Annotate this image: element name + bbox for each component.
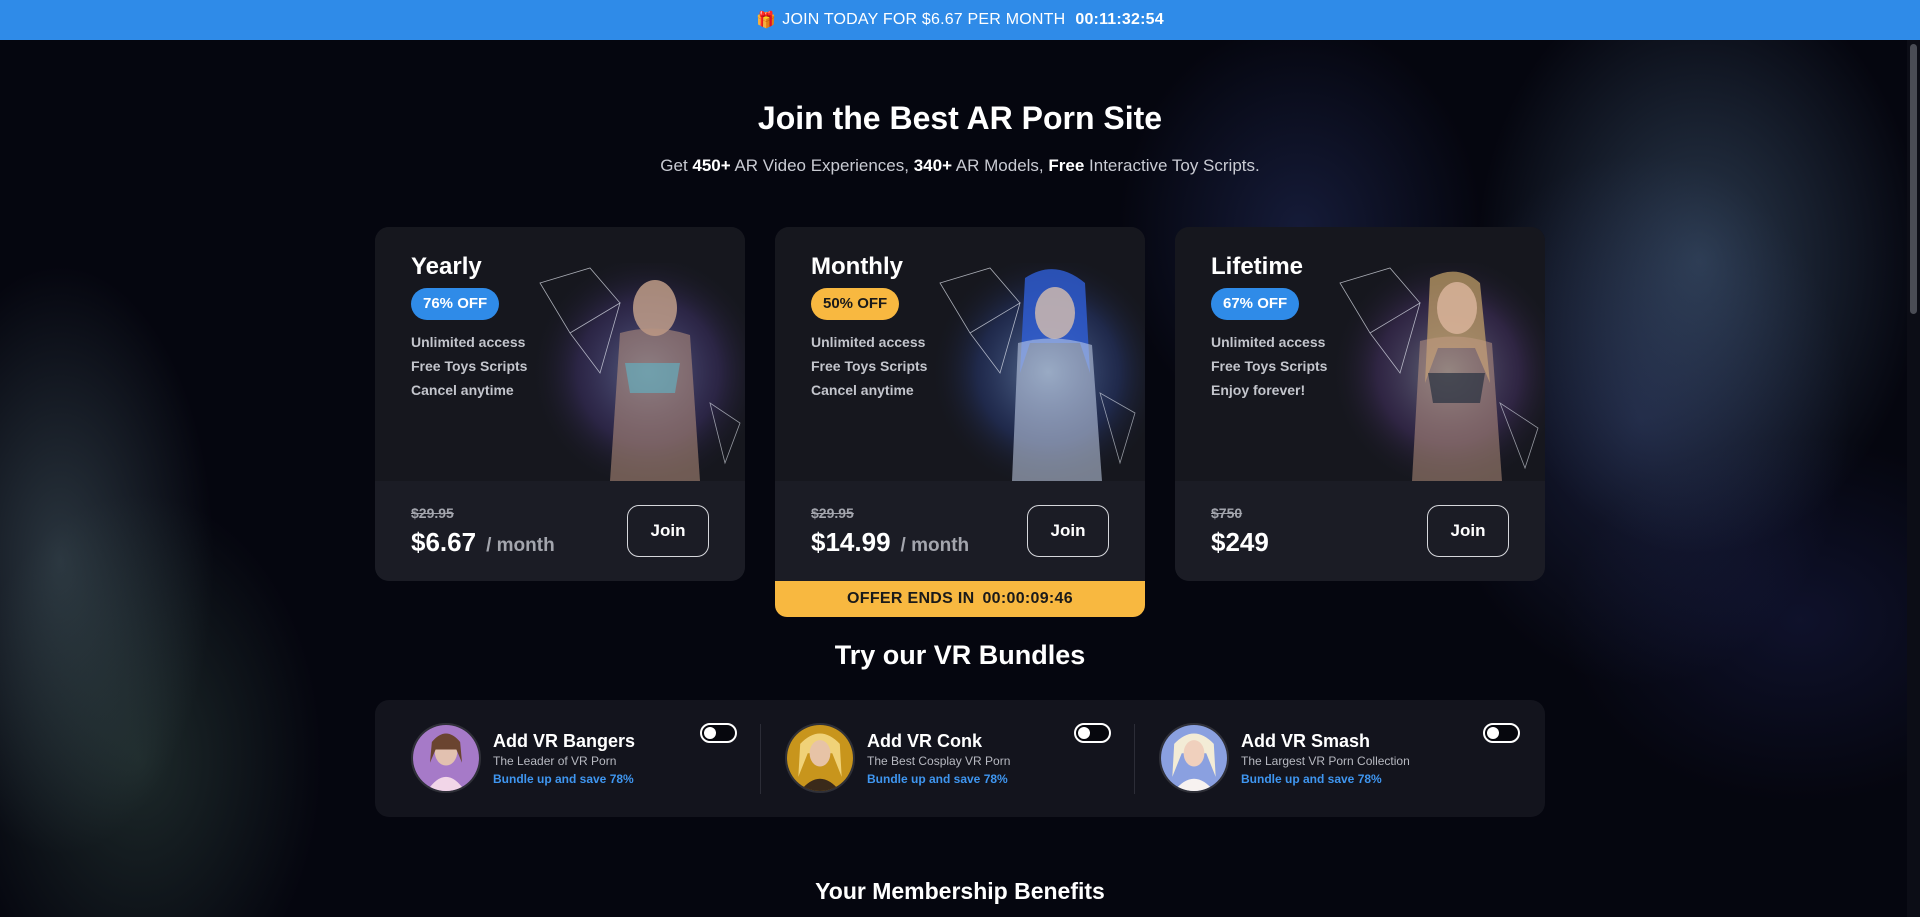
bundle-avatar-image bbox=[413, 725, 479, 791]
offer-timer: 00:00:09:46 bbox=[982, 590, 1073, 607]
discount-badge: 76% OFF bbox=[411, 288, 500, 320]
gift-icon: 🎁 bbox=[756, 12, 777, 29]
benefits-heading: Your Membership Benefits bbox=[815, 878, 1105, 904]
bundle-toggle-switch[interactable] bbox=[1483, 723, 1520, 743]
bundle-tagline: The Largest VR Porn Collection bbox=[1241, 754, 1410, 768]
avatar bbox=[411, 723, 481, 793]
bundle-avatar-image bbox=[787, 725, 853, 791]
price-value: $14.99 bbox=[811, 527, 891, 557]
toggle-knob bbox=[704, 727, 716, 739]
join-yearly-button[interactable]: Join bbox=[627, 505, 709, 557]
feature-item: Unlimited access bbox=[411, 334, 526, 350]
subtitle-text: Interactive Toy Scripts. bbox=[1084, 156, 1260, 175]
promo-countdown: 00:11:32:54 bbox=[1075, 11, 1164, 28]
join-monthly-button[interactable]: Join bbox=[1027, 505, 1109, 557]
bundle-vr-conk[interactable]: Add VR Conk The Best Cosplay VR Porn Bun… bbox=[749, 700, 1123, 817]
model-hologram-image bbox=[1330, 263, 1545, 481]
subtitle-highlight: 450+ bbox=[692, 156, 731, 175]
price-value: $249 bbox=[1211, 527, 1269, 557]
feature-item: Unlimited access bbox=[1211, 334, 1326, 350]
promo-text: JOIN TODAY FOR $6.67 PER MONTH bbox=[782, 11, 1066, 28]
hologram-illustration bbox=[1330, 263, 1545, 481]
bundle-save-text: Bundle up and save 78% bbox=[1241, 772, 1382, 786]
plan-features: Unlimited access Free Toys Scripts Enjoy… bbox=[1211, 330, 1327, 402]
subtitle-text: AR Models, bbox=[952, 156, 1049, 175]
feature-item: Enjoy forever! bbox=[1211, 382, 1306, 398]
plan-title: Yearly bbox=[411, 253, 482, 280]
bundle-name: Add VR Bangers bbox=[493, 731, 636, 751]
bundle-tagline: The Leader of VR Porn bbox=[493, 754, 617, 768]
scrollbar-thumb[interactable] bbox=[1910, 44, 1917, 314]
old-price: $29.95 bbox=[811, 505, 854, 521]
subtitle-text: Get bbox=[660, 156, 693, 175]
old-price: $29.95 bbox=[411, 505, 454, 521]
toggle-knob bbox=[1078, 727, 1090, 739]
offer-countdown-bar: OFFER ENDS IN 00:00:09:46 bbox=[775, 581, 1145, 617]
plan-price: $14.99 / month bbox=[811, 527, 969, 558]
bundle-save-text: Bundle up and save 78% bbox=[867, 772, 1008, 786]
subtitle-highlight: Free bbox=[1048, 156, 1085, 175]
feature-item: Free Toys Scripts bbox=[411, 358, 528, 374]
subtitle-text: AR Video Experiences, bbox=[730, 156, 914, 175]
plan-card-monthly[interactable]: Monthly 50% OFF Unlimited access Free To… bbox=[775, 227, 1145, 581]
plan-price: $249 bbox=[1211, 527, 1269, 558]
price-period: / month bbox=[900, 535, 970, 556]
page-title: Join the Best AR Porn Site bbox=[757, 100, 1163, 136]
price-period: / month bbox=[486, 535, 555, 556]
plan-features: Unlimited access Free Toys Scripts Cance… bbox=[411, 330, 527, 402]
discount-badge: 67% OFF bbox=[1211, 288, 1300, 320]
model-hologram-image bbox=[930, 263, 1145, 481]
promo-banner[interactable]: 🎁 JOIN TODAY FOR $6.67 PER MONTH 00:11:3… bbox=[0, 0, 1920, 40]
join-lifetime-button[interactable]: Join bbox=[1427, 505, 1509, 557]
feature-item: Free Toys Scripts bbox=[811, 358, 928, 374]
hologram-illustration bbox=[530, 263, 745, 481]
plan-price: $6.67 / month bbox=[411, 527, 555, 558]
bundle-vr-smash[interactable]: Add VR Smash The Largest VR Porn Collect… bbox=[1123, 700, 1520, 817]
plan-title: Monthly bbox=[811, 253, 903, 280]
bundle-save-text: Bundle up and save 78% bbox=[493, 772, 634, 786]
bundle-toggle-switch[interactable] bbox=[700, 723, 737, 743]
bundle-tagline: The Best Cosplay VR Porn bbox=[867, 754, 1011, 768]
bundles-heading: Try our VR Bundles bbox=[834, 640, 1086, 670]
feature-item: Free Toys Scripts bbox=[1211, 358, 1328, 374]
plan-card-yearly[interactable]: Yearly 76% OFF Unlimited access Free Toy… bbox=[375, 227, 745, 581]
bundle-avatar-image bbox=[1161, 725, 1227, 791]
bundle-name: Add VR Conk bbox=[867, 731, 982, 751]
model-hologram-image bbox=[530, 263, 745, 481]
bundle-toggle-switch[interactable] bbox=[1074, 723, 1111, 743]
subtitle-highlight: 340+ bbox=[913, 156, 952, 175]
avatar bbox=[785, 723, 855, 793]
plan-features: Unlimited access Free Toys Scripts Cance… bbox=[811, 330, 927, 402]
page-scrollbar[interactable] bbox=[1907, 40, 1920, 917]
price-value: $6.67 bbox=[411, 527, 477, 557]
offer-label: OFFER ENDS IN bbox=[847, 590, 975, 607]
plan-card-lifetime[interactable]: Lifetime 67% OFF Unlimited access Free T… bbox=[1175, 227, 1545, 581]
hologram-illustration bbox=[930, 263, 1145, 481]
bundle-name: Add VR Smash bbox=[1241, 731, 1371, 751]
old-price: $750 bbox=[1211, 505, 1243, 521]
bundle-vr-bangers[interactable]: Add VR Bangers The Leader of VR Porn Bun… bbox=[375, 700, 749, 817]
plan-title: Lifetime bbox=[1211, 253, 1304, 280]
page-subtitle: Get 450+ AR Video Experiences, 340+ AR M… bbox=[0, 156, 1920, 176]
toggle-knob bbox=[1487, 727, 1499, 739]
feature-item: Cancel anytime bbox=[811, 382, 914, 398]
discount-badge: 50% OFF bbox=[811, 288, 900, 320]
avatar bbox=[1159, 723, 1229, 793]
feature-item: Cancel anytime bbox=[411, 382, 514, 398]
vr-bundles-panel: Add VR Bangers The Leader of VR Porn Bun… bbox=[375, 700, 1545, 817]
feature-item: Unlimited access bbox=[811, 334, 926, 350]
